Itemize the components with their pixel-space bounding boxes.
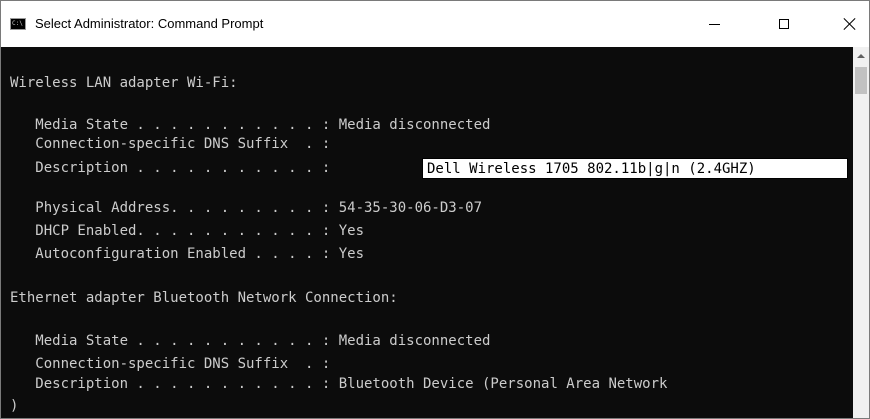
title-bar[interactable]: C:\ Select Administrator: Command Prompt (1, 1, 869, 47)
cmd-app-icon[interactable]: C:\ (10, 18, 26, 30)
console-line: Media State . . . . . . . . . . . : Medi… (10, 117, 491, 133)
close-icon (843, 17, 857, 31)
maximize-button[interactable] (761, 1, 807, 47)
window-title: Select Administrator: Command Prompt (35, 16, 264, 31)
command-prompt-window: C:\ Select Administrator: Command Prompt… (0, 0, 870, 419)
selected-text[interactable]: Dell Wireless 1705 802.11b|g|n (2.4GHZ) (427, 160, 756, 178)
maximize-icon (779, 19, 789, 29)
console-line: ) (10, 398, 19, 414)
console-line: Ethernet adapter Bluetooth Network Conne… (10, 290, 398, 306)
console-line: Connection-specific DNS Suffix . : (10, 136, 331, 152)
console-line: Connection-specific DNS Suffix . : (10, 356, 331, 372)
console-line: Description . . . . . . . . . . . : (10, 160, 331, 176)
console-line: Media State . . . . . . . . . . . : Medi… (10, 333, 491, 349)
vertical-scrollbar[interactable] (853, 47, 869, 418)
minimize-button[interactable] (691, 1, 737, 47)
console-output[interactable]: Wireless LAN adapter Wi-Fi: Media State … (1, 47, 853, 418)
scrollbar-thumb[interactable] (855, 67, 867, 94)
console-line: Physical Address. . . . . . . . . : 54-3… (10, 200, 483, 216)
close-button[interactable] (827, 1, 870, 47)
scroll-up-icon[interactable] (853, 47, 869, 64)
minimize-icon (708, 23, 720, 25)
console-line: Wireless LAN adapter Wi-Fi: (10, 75, 238, 91)
console-line: Autoconfiguration Enabled . . . . : Yes (10, 246, 365, 262)
console-line: DHCP Enabled. . . . . . . . . . . : Yes (10, 223, 365, 239)
console-line: Description . . . . . . . . . . . : Blue… (10, 376, 668, 392)
